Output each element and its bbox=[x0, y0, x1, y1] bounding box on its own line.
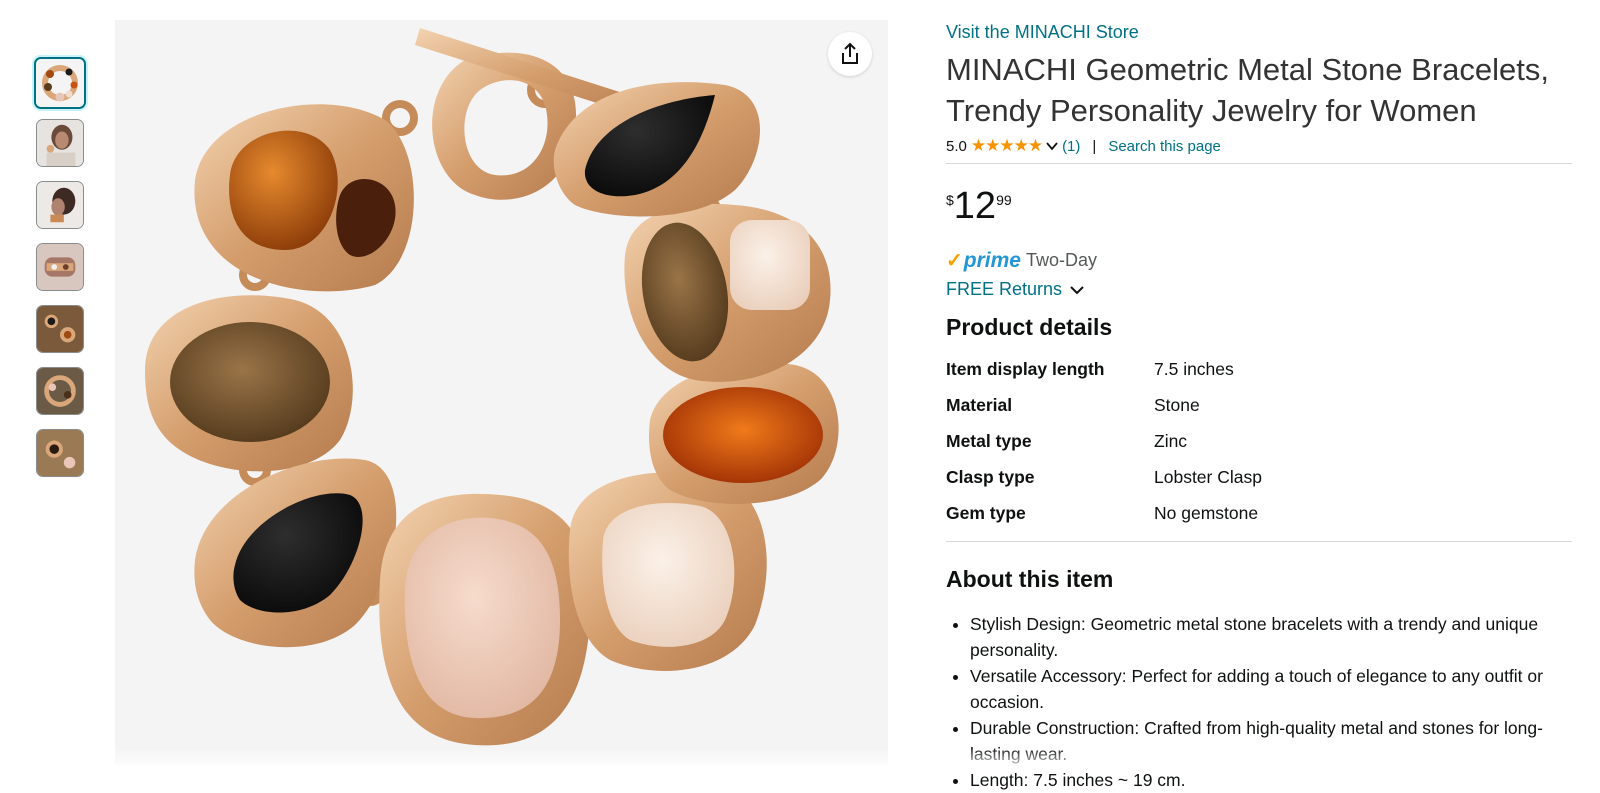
price-whole: 12 bbox=[953, 185, 997, 227]
details-row: Item display length 7.5 inches bbox=[946, 351, 1262, 387]
separator: | bbox=[1092, 137, 1097, 155]
thumbnail-image bbox=[37, 182, 83, 228]
thumbnail-bracelet-detail-2[interactable] bbox=[36, 367, 84, 415]
thumbnail-image bbox=[37, 368, 83, 414]
rating-row: 5.0 ★★★★★ (1) | Search this page bbox=[946, 135, 1572, 164]
details-value: Lobster Clasp bbox=[1154, 466, 1262, 487]
main-product-image[interactable] bbox=[115, 20, 888, 765]
bracelet-illustration bbox=[145, 28, 839, 746]
details-label: Clasp type bbox=[946, 466, 1035, 487]
thumbnail-image bbox=[37, 244, 83, 290]
search-this-page-link[interactable]: Search this page bbox=[1108, 138, 1221, 155]
details-row: Material Stone bbox=[946, 387, 1262, 423]
details-value: Stone bbox=[1154, 394, 1200, 415]
thumbnail-image bbox=[37, 120, 83, 166]
chevron-down-icon bbox=[1070, 285, 1084, 294]
product-info: Visit the MINACHI Store MINACHI Geometri… bbox=[946, 18, 1572, 793]
share-button[interactable] bbox=[828, 32, 872, 76]
details-label: Gem type bbox=[946, 502, 1026, 523]
details-row: Gem type No gemstone bbox=[946, 495, 1262, 531]
thumbnail-bracelet-detail-3[interactable] bbox=[36, 429, 84, 477]
about-bullet: Versatile Accessory: Perfect for adding … bbox=[970, 663, 1572, 715]
thumbnail-image bbox=[37, 430, 83, 476]
chevron-down-icon[interactable] bbox=[1046, 140, 1058, 152]
prime-logo: prime bbox=[963, 248, 1021, 272]
details-row: Clasp type Lobster Clasp bbox=[946, 459, 1262, 495]
details-value: Zinc bbox=[1154, 430, 1188, 451]
bottom-fade bbox=[0, 748, 1600, 773]
details-value: No gemstone bbox=[1154, 502, 1259, 523]
thumbnail-model-wearing-2[interactable] bbox=[36, 181, 84, 229]
star-rating[interactable]: ★★★★★ bbox=[971, 136, 1043, 156]
prime-check-icon: ✓ bbox=[946, 250, 963, 272]
thumbnail-image bbox=[37, 306, 83, 352]
details-label: Metal type bbox=[946, 430, 1032, 451]
details-label: Material bbox=[946, 394, 1013, 415]
thumbnail-list bbox=[34, 57, 88, 491]
store-link[interactable]: Visit the MINACHI Store bbox=[946, 22, 1139, 43]
free-returns-dropdown[interactable]: FREE Returns bbox=[946, 279, 1572, 300]
about-bullet: Stylish Design: Geometric metal stone br… bbox=[970, 611, 1572, 663]
product-title: MINACHI Geometric Metal Stone Bracelets,… bbox=[946, 52, 1549, 128]
free-returns-label: FREE Returns bbox=[946, 279, 1063, 299]
price: $ 12 99 bbox=[946, 186, 1572, 226]
share-icon bbox=[842, 42, 858, 64]
price-currency: $ bbox=[946, 192, 954, 208]
thumbnail-bracelet-main[interactable] bbox=[34, 57, 86, 109]
rating-count-link[interactable]: (1) bbox=[1062, 138, 1080, 155]
thumbnail-bracelet-detail-1[interactable] bbox=[36, 305, 84, 353]
prime-badge: ✓ prime Two-Day bbox=[946, 248, 1572, 273]
divider bbox=[946, 541, 1572, 542]
details-label: Item display length bbox=[946, 358, 1105, 379]
thumbnail-image bbox=[36, 59, 84, 107]
product-details-heading: Product details bbox=[946, 314, 1113, 340]
product-details-table: Item display length 7.5 inches Material Sto… bbox=[946, 351, 1262, 531]
prime-speed: Two-Day bbox=[1025, 250, 1097, 270]
thumbnail-model-wearing-1[interactable] bbox=[36, 119, 84, 167]
thumbnail-wrist-closeup[interactable] bbox=[36, 243, 84, 291]
rating-value: 5.0 bbox=[946, 137, 967, 155]
about-heading: About this item bbox=[946, 566, 1114, 592]
details-row: Metal type Zinc bbox=[946, 423, 1262, 459]
details-value: 7.5 inches bbox=[1154, 358, 1234, 379]
price-fraction: 99 bbox=[996, 192, 1012, 208]
